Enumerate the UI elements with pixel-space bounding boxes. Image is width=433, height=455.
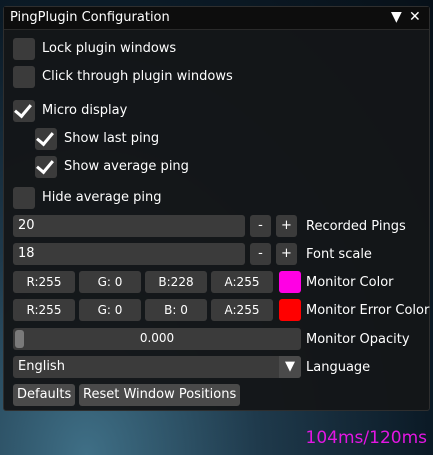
ping-overlay-text: 104ms/120ms: [305, 428, 427, 448]
title-bar[interactable]: PingPlugin Configuration ▼ ✕: [4, 7, 429, 30]
recorded-pings-increase-button[interactable]: +: [276, 215, 297, 237]
checkbox-box[interactable]: [35, 155, 57, 178]
checkbox-label: Micro display: [42, 103, 128, 118]
config-window: PingPlugin Configuration ▼ ✕ Lock plugin…: [3, 6, 430, 411]
monitor-opacity-slider[interactable]: 0.000: [13, 328, 301, 350]
monitor-color-swatch[interactable]: [279, 271, 301, 293]
recorded-pings-decrease-button[interactable]: -: [250, 215, 271, 237]
checkbox-label: Click through plugin windows: [42, 69, 233, 84]
checkbox-label: Show average ping: [64, 159, 189, 174]
close-icon[interactable]: ✕: [409, 9, 421, 25]
checkbox-box[interactable]: [35, 127, 57, 150]
checkmark-icon: [36, 127, 54, 147]
checkmark-icon: [14, 99, 32, 119]
checkbox-box[interactable]: [13, 99, 35, 122]
recorded-pings-label: Recorded Pings: [306, 219, 406, 234]
defaults-button[interactable]: Defaults: [13, 384, 76, 406]
checkbox-label: Show last ping: [64, 131, 160, 146]
monitor-error-color-blue-input[interactable]: B: 0: [145, 299, 207, 321]
monitor-error-color-green-input[interactable]: G: 0: [79, 299, 141, 321]
checkbox-box[interactable]: [13, 187, 35, 209]
collapse-icon[interactable]: ▼: [391, 9, 402, 25]
checkmark-icon: [36, 155, 54, 175]
window-title: PingPlugin Configuration: [10, 10, 170, 25]
font-scale-input[interactable]: 18: [13, 243, 245, 265]
monitor-error-color-label: Monitor Error Color: [306, 303, 430, 318]
monitor-color-green-input[interactable]: G: 0: [79, 271, 141, 293]
checkbox-label: Lock plugin windows: [42, 41, 177, 56]
monitor-error-color-alpha-input[interactable]: A:255: [211, 299, 273, 321]
monitor-error-color-red-input[interactable]: R:255: [13, 299, 75, 321]
dropdown-arrow-icon[interactable]: ▼: [279, 356, 301, 378]
checkbox-label: Hide average ping: [42, 190, 162, 205]
language-selected: English: [18, 359, 65, 374]
language-label: Language: [306, 360, 371, 375]
checkbox-box[interactable]: [13, 38, 35, 60]
language-dropdown[interactable]: English ▼: [13, 356, 301, 378]
monitor-color-label: Monitor Color: [306, 275, 394, 290]
monitor-error-color-swatch[interactable]: [279, 299, 301, 321]
monitor-color-red-input[interactable]: R:255: [13, 271, 75, 293]
font-scale-label: Font scale: [306, 247, 372, 262]
checkbox-box[interactable]: [13, 66, 35, 88]
reset-window-positions-button[interactable]: Reset Window Positions: [79, 384, 241, 406]
slider-value: 0.000: [139, 331, 175, 345]
font-scale-increase-button[interactable]: +: [276, 243, 297, 265]
font-scale-decrease-button[interactable]: -: [250, 243, 271, 265]
monitor-color-alpha-input[interactable]: A:255: [211, 271, 273, 293]
monitor-opacity-label: Monitor Opacity: [306, 332, 410, 347]
recorded-pings-input[interactable]: 20: [13, 215, 245, 237]
monitor-color-blue-input[interactable]: B:228: [145, 271, 207, 293]
